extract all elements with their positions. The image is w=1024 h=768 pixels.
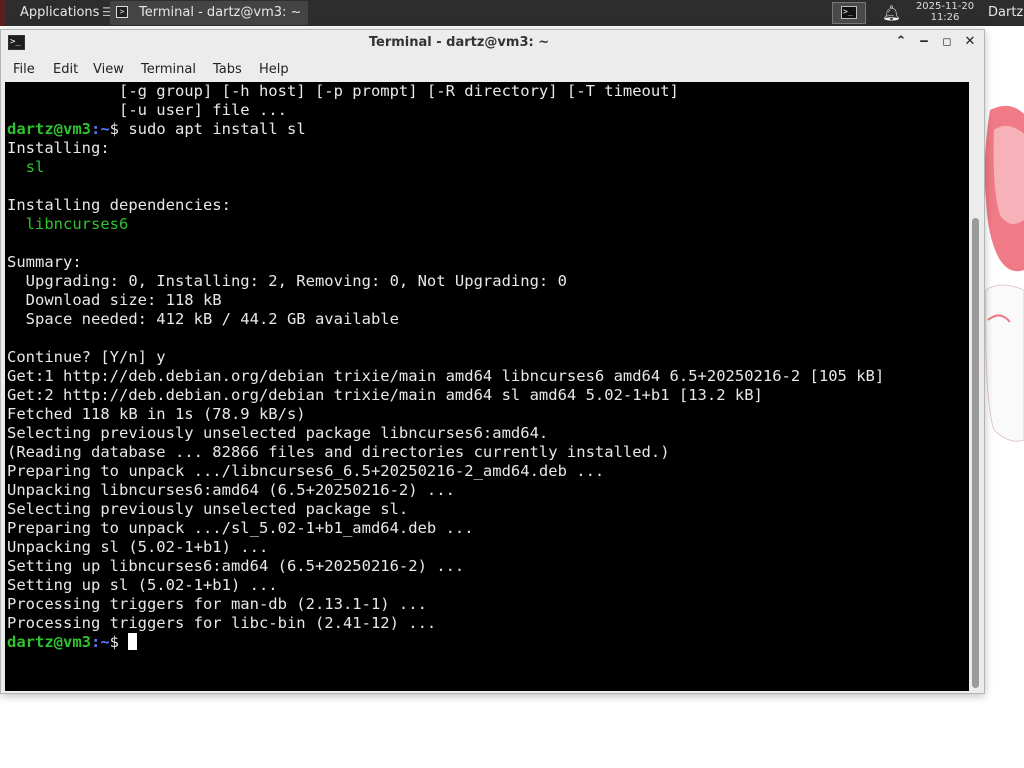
package-name: sl <box>7 158 45 176</box>
terminal-line: Fetched 118 kB in 1s (78.9 kB/s) <box>7 405 884 424</box>
panel-terminal-launcher[interactable]: >_ <box>832 2 866 24</box>
close-icon[interactable]: ✕ <box>962 34 978 50</box>
terminal-line: Installing: <box>7 139 884 158</box>
clock-date[interactable]: 2025-11-20 <box>912 1 978 12</box>
package-name: libncurses6 <box>7 215 129 233</box>
terminal-line: Space needed: 412 kB / 44.2 GB available <box>7 310 884 329</box>
minimize-icon[interactable]: ‒ <box>916 34 932 50</box>
output-text: Download size: 118 kB <box>7 291 222 309</box>
output-text: Unpacking libncurses6:amd64 (6.5+2025021… <box>7 481 455 499</box>
terminal-cursor <box>128 633 138 650</box>
output-text: Get:1 http://deb.debian.org/debian trixi… <box>7 367 885 385</box>
output-text: [-g group] [-h host] [-p prompt] [-R dir… <box>7 82 679 100</box>
terminal-line: Summary: <box>7 253 884 272</box>
terminal-icon: >_ <box>841 6 857 19</box>
terminal-line <box>7 177 884 196</box>
window-titlebar[interactable]: >_ Terminal - dartz@vm3: ~ ⌃ ‒ ◻ ✕ <box>1 30 984 56</box>
output-text: Preparing to unpack .../sl_5.02-1+b1_amd… <box>7 519 474 537</box>
output-text: Processing triggers for man-db (2.13.1-1… <box>7 595 427 613</box>
output-text: Get:2 http://deb.debian.org/debian trixi… <box>7 386 763 404</box>
output-text: Continue? [Y/n] y <box>7 348 166 366</box>
menu-help[interactable]: Help <box>259 62 289 77</box>
taskbar-item-terminal[interactable]: > Terminal - dartz@vm3: ~ <box>110 1 308 25</box>
maximize-icon[interactable]: ◻ <box>939 34 955 50</box>
scrollbar-thumb[interactable] <box>972 218 979 688</box>
panel-edge-decoration <box>0 0 6 26</box>
output-text: (Reading database ... 82866 files and di… <box>7 443 670 461</box>
terminal-line: Installing dependencies: <box>7 196 884 215</box>
prompt-symbol: $ <box>109 120 120 138</box>
prompt-symbol: $ <box>109 633 120 651</box>
output-text: Selecting previously unselected package … <box>7 424 549 442</box>
terminal-line: Selecting previously unselected package … <box>7 424 884 443</box>
terminal-icon: > <box>116 6 128 18</box>
terminal-line: Processing triggers for libc-bin (2.41-1… <box>7 614 884 633</box>
terminal-line: (Reading database ... 82866 files and di… <box>7 443 884 462</box>
terminal-line: Continue? [Y/n] y <box>7 348 884 367</box>
terminal-line: Get:1 http://deb.debian.org/debian trixi… <box>7 367 884 386</box>
prompt-command <box>119 633 128 651</box>
output-text: Installing dependencies: <box>7 196 231 214</box>
terminal-line <box>7 329 884 348</box>
menu-terminal[interactable]: Terminal <box>141 62 196 77</box>
user-menu[interactable]: Dartz <box>988 5 1023 20</box>
terminal-line: [-g group] [-h host] [-p prompt] [-R dir… <box>7 82 884 101</box>
terminal-line: Processing triggers for man-db (2.13.1-1… <box>7 595 884 614</box>
prompt-user-host: dartz@vm3 <box>7 633 91 651</box>
output-text: [-u user] file ... <box>7 101 287 119</box>
menu-view[interactable]: View <box>93 62 124 77</box>
output-text: Selecting previously unselected package … <box>7 500 409 518</box>
output-text: Upgrading: 0, Installing: 2, Removing: 0… <box>7 272 567 290</box>
terminal-line <box>7 234 884 253</box>
terminal-line: Download size: 118 kB <box>7 291 884 310</box>
output-text: Processing triggers for libc-bin (2.41-1… <box>7 614 437 632</box>
terminal-line: Selecting previously unselected package … <box>7 500 884 519</box>
terminal-text: [-g group] [-h host] [-p prompt] [-R dir… <box>7 82 884 652</box>
terminal-line: Upgrading: 0, Installing: 2, Removing: 0… <box>7 272 884 291</box>
bell-icon[interactable]: 🔔︎ <box>882 4 901 22</box>
output-text: Preparing to unpack .../libncurses6_6.5+… <box>7 462 605 480</box>
clock-time[interactable]: 11:26 <box>912 12 978 23</box>
window-title: Terminal - dartz@vm3: ~ <box>368 35 550 50</box>
taskbar-item-label: Terminal - dartz@vm3: ~ <box>139 5 302 20</box>
output-text: Installing: <box>7 139 110 157</box>
menu-edit[interactable]: Edit <box>53 62 78 77</box>
prompt-path: :~ <box>91 120 110 138</box>
terminal-line: Unpacking libncurses6:amd64 (6.5+2025021… <box>7 481 884 500</box>
applications-label: Applications <box>20 5 100 20</box>
terminal-line: libncurses6 <box>7 215 884 234</box>
terminal-line: Setting up sl (5.02-1+b1) ... <box>7 576 884 595</box>
terminal-line: Unpacking sl (5.02-1+b1) ... <box>7 538 884 557</box>
terminal-line: Setting up libncurses6:amd64 (6.5+202502… <box>7 557 884 576</box>
terminal-line: Preparing to unpack .../libncurses6_6.5+… <box>7 462 884 481</box>
wallpaper-character-art <box>984 105 1024 442</box>
terminal-window: >_ Terminal - dartz@vm3: ~ ⌃ ‒ ◻ ✕ File … <box>0 29 985 694</box>
prompt-command: sudo apt install sl <box>119 120 306 138</box>
unshade-icon[interactable]: ⌃ <box>893 34 909 50</box>
terminal-line: [-u user] file ... <box>7 101 884 120</box>
top-panel: Applications ☰ > Terminal - dartz@vm3: ~… <box>0 0 1024 26</box>
menu-tabs[interactable]: Tabs <box>213 62 242 77</box>
terminal-line: sl <box>7 158 884 177</box>
terminal-prompt-line: dartz@vm3:~$ <box>7 633 884 652</box>
prompt-user-host: dartz@vm3 <box>7 120 91 138</box>
menu-file[interactable]: File <box>13 62 35 77</box>
output-text: Setting up libncurses6:amd64 (6.5+202502… <box>7 557 465 575</box>
terminal-line: Preparing to unpack .../sl_5.02-1+b1_amd… <box>7 519 884 538</box>
menu-bar: File Edit View Terminal Tabs Help <box>1 56 984 81</box>
output-text: Fetched 118 kB in 1s (78.9 kB/s) <box>7 405 306 423</box>
output-text: Summary: <box>7 253 82 271</box>
terminal-scrollbar[interactable] <box>969 82 983 691</box>
applications-menu-button[interactable]: Applications ☰ <box>0 0 113 26</box>
terminal-line: Get:2 http://deb.debian.org/debian trixi… <box>7 386 884 405</box>
terminal-prompt-line: dartz@vm3:~$ sudo apt install sl <box>7 120 884 139</box>
prompt-path: :~ <box>91 633 110 651</box>
terminal-output[interactable]: [-g group] [-h host] [-p prompt] [-R dir… <box>5 82 969 691</box>
output-text: Space needed: 412 kB / 44.2 GB available <box>7 310 399 328</box>
output-text: Unpacking sl (5.02-1+b1) ... <box>7 538 269 556</box>
output-text: Setting up sl (5.02-1+b1) ... <box>7 576 278 594</box>
